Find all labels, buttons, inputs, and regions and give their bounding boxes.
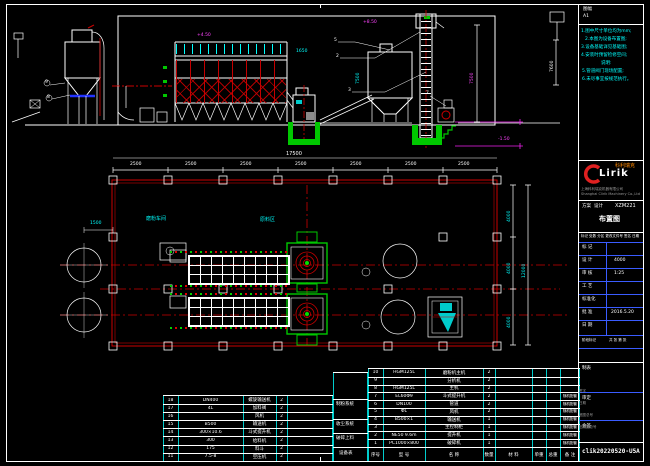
plan-dim-right: 4000 xyxy=(508,263,513,274)
side-label: 签字 xyxy=(579,390,586,394)
plan-view xyxy=(60,158,570,350)
plan-dim-right: 4000 xyxy=(508,211,513,222)
logo-en: Lirik xyxy=(599,169,629,179)
plan-dim: 2500 xyxy=(458,163,469,168)
plan-dim: 2500 xyxy=(185,163,196,168)
logo-web: Shanghai Clirik Machinery Co.,Ltd xyxy=(581,193,640,197)
drawing-number: clik20220520-U5A xyxy=(582,449,640,455)
bom-group-label: 制粉系统 xyxy=(336,403,354,408)
elevation-view xyxy=(12,10,564,149)
conveyor-dots-b2 xyxy=(170,327,290,329)
title-row-header: 标记 处数 分区 更改文件号 签名 日期 xyxy=(581,235,639,239)
bag-grid-a xyxy=(188,255,290,285)
crusher-plan xyxy=(428,297,462,337)
plan-dim: 2500 xyxy=(295,163,306,168)
elev-mark-pit: -1.50 xyxy=(498,138,510,143)
outside-silos-plan xyxy=(60,243,108,338)
plan-dim: 2500 xyxy=(350,163,361,168)
foundation-pit xyxy=(412,125,456,145)
conveyor-dots-a1 xyxy=(170,251,290,253)
bag-grid-b xyxy=(188,297,290,327)
mill-elev xyxy=(287,85,320,145)
plan-dim-right: 4000 xyxy=(508,317,513,328)
elev-mark-mid: +8.50 xyxy=(363,21,377,26)
elev-dim-cyan: 7500 xyxy=(357,73,362,84)
plan-dim: 2500 xyxy=(405,163,416,168)
bom-table-left: 18DN400螺旋输送机2 174L加料阀2 16风机2 15B500输送机2 … xyxy=(163,395,333,462)
plan-dim: 2500 xyxy=(130,163,141,168)
drawing-title: 布置图 xyxy=(599,216,620,223)
room-label-a: 磨粉车间 xyxy=(146,217,166,222)
elev-dim-magenta: 7500 xyxy=(471,73,476,84)
filter-bracing xyxy=(176,79,286,103)
elev-dim-small: 1650 xyxy=(296,50,307,55)
plan-total-top: 17500 xyxy=(286,152,302,157)
bom-group-label: 破碎上料 xyxy=(336,437,354,442)
side-label: 底图总号 xyxy=(579,414,593,418)
sheet-format-value: A1 xyxy=(583,15,589,20)
silo-elev xyxy=(368,44,412,122)
model-number: XZM221 xyxy=(615,204,636,209)
side-label: 旧底图总号 xyxy=(579,426,597,430)
bom-table-right: 10HGM125L磨粉机主机2 9分析机2 8HGM125L主机2 7EL60Φ… xyxy=(368,368,580,462)
cad-drawing-sheet: +4.50 +8.50 -1.50 1650 7500 7500 7600 5 … xyxy=(0,0,650,466)
logo-company: 上海科利瑞克机器有限公司 xyxy=(581,188,623,192)
leader-label: 7 xyxy=(426,92,429,97)
bom-group-column: 制粉系统 收尘系统 破碎上料 设备表 xyxy=(333,372,368,462)
title-strip: 图幅 A1 1.图中尺寸单位均为mm; 2.本图为设备布置图; 3.设备基础详见… xyxy=(579,4,643,460)
conveyor-dots-b1 xyxy=(170,293,290,295)
bom-row: 117.5-8空压机2 xyxy=(163,453,333,462)
elev-mark-top: +4.50 xyxy=(197,34,211,39)
room-label-b: 原料区 xyxy=(260,218,275,223)
leader-label: 5 xyxy=(334,39,337,44)
crusher-elev xyxy=(438,100,454,122)
plan-dim-left: 1500 xyxy=(90,222,101,227)
stage-left: 方案 xyxy=(582,205,591,210)
leader-label: 2 xyxy=(336,55,339,60)
filter-top-ticks xyxy=(176,44,286,54)
dust-collector-elev xyxy=(50,25,104,124)
plan-dim: 2500 xyxy=(240,163,251,168)
leader-label: 8 xyxy=(47,96,50,101)
sheet-format-label: 图幅 xyxy=(583,8,592,13)
bom-group-label: 收尘系统 xyxy=(336,423,354,428)
elevator-rungs xyxy=(421,16,431,136)
leader-label: 9 xyxy=(45,81,48,86)
stage-right: 设计 xyxy=(594,205,603,210)
elev-dim-right: 7600 xyxy=(551,61,556,72)
side-label: 日期 xyxy=(579,402,586,406)
bom-header-row: 序号型 号名 称数量材 料单重总重备 注 xyxy=(368,447,580,462)
leader-label: 3 xyxy=(348,89,351,94)
plan-total-right: 12000 xyxy=(523,264,528,278)
conveyor-dots-a2 xyxy=(170,285,290,287)
bom-group-label: 设备表 xyxy=(339,452,353,457)
lower-label: 制表 xyxy=(582,367,591,372)
